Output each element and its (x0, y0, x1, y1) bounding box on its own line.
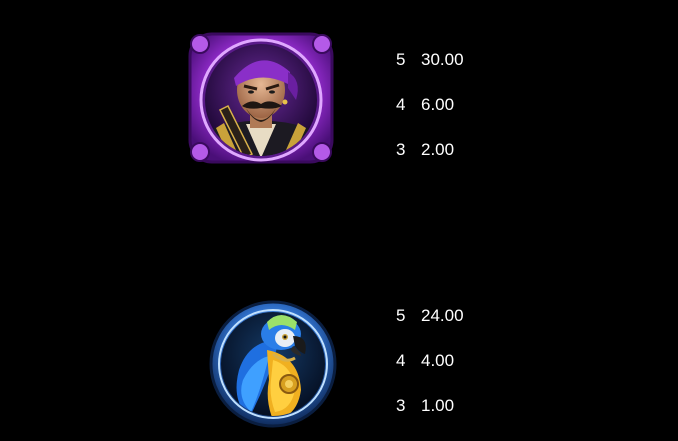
symbol-count: 3 (396, 396, 406, 415)
parrot-icon (209, 300, 337, 428)
payout-row: 3 1.00 (396, 396, 464, 441)
payout-value: 4.00 (421, 351, 455, 370)
payout-row: 4 6.00 (396, 95, 464, 140)
symbol-count: 4 (396, 351, 406, 370)
payout-value: 24.00 (421, 306, 464, 325)
parrot-paytable: 5 24.00 4 4.00 3 1.00 (396, 306, 464, 441)
payout-row: 4 4.00 (396, 351, 464, 396)
symbol-count: 5 (396, 306, 406, 325)
symbol-count: 4 (396, 95, 406, 114)
pirate-icon (188, 32, 334, 164)
payout-row: 5 30.00 (396, 50, 464, 95)
payout-value: 1.00 (421, 396, 455, 415)
payout-row: 3 2.00 (396, 140, 464, 185)
symbol-count: 3 (396, 140, 406, 159)
payout-value: 30.00 (421, 50, 464, 69)
payout-row: 5 24.00 (396, 306, 464, 351)
payout-value: 6.00 (421, 95, 455, 114)
symbol-count: 5 (396, 50, 406, 69)
pirate-paytable: 5 30.00 4 6.00 3 2.00 (396, 50, 464, 185)
payout-value: 2.00 (421, 140, 455, 159)
